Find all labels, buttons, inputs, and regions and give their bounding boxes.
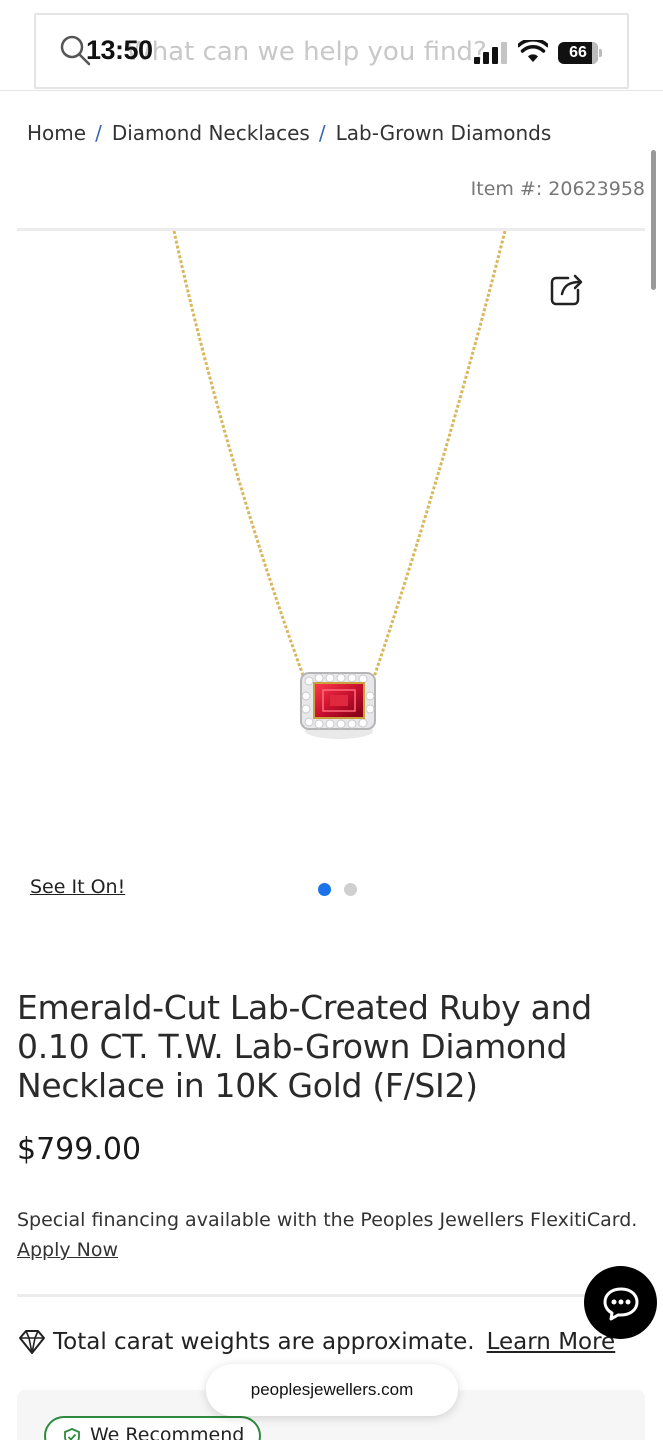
carat-note-text: Total carat weights are approximate. [53,1329,475,1355]
learn-more-link[interactable]: Learn More [487,1329,616,1355]
browser-url-pill[interactable]: peoplesjewellers.com [206,1364,458,1416]
battery-level: 66 [569,44,587,61]
diamond-icon [19,1330,45,1354]
chat-button[interactable] [584,1266,657,1339]
financing-info: Special financing available with the Peo… [17,1205,647,1265]
scrollbar[interactable] [651,150,656,290]
cellular-signal-icon [474,42,507,64]
product-price: $799.00 [17,1132,142,1167]
battery-indicator: 66 [558,42,602,64]
product-image[interactable] [17,231,645,851]
gallery-dot-1[interactable] [318,883,331,896]
search-placeholder: What can we help you find? [126,37,487,67]
item-number: Item #: 20623958 [470,178,645,200]
share-icon[interactable] [548,272,584,308]
breadcrumb-lab-grown-diamonds[interactable]: Lab-Grown Diamonds [336,121,552,145]
breadcrumb-separator: / [95,121,102,145]
wifi-icon [518,40,548,62]
we-recommend-badge: We Recommend [44,1416,261,1440]
status-time: 13:50 [86,35,153,65]
see-it-on-link[interactable]: See It On! [30,876,125,898]
breadcrumb-diamond-necklaces[interactable]: Diamond Necklaces [112,121,310,145]
shield-check-icon [64,1428,80,1440]
breadcrumb-home[interactable]: Home [27,121,86,145]
product-title: Emerald-Cut Lab-Created Ruby and 0.10 CT… [17,988,592,1105]
chat-icon [603,1287,638,1320]
section-divider [17,1294,645,1297]
we-recommend-label: We Recommend [90,1424,245,1440]
header-divider [0,90,663,91]
gallery-dot-2[interactable] [344,883,357,896]
carat-note: Total carat weights are approximate. Lea… [17,1328,615,1356]
apply-now-link[interactable]: Apply Now [17,1239,118,1261]
breadcrumb-separator: / [318,121,326,145]
financing-text: Special financing available with the Peo… [17,1209,638,1231]
breadcrumb: Home / Diamond Necklaces / Lab-Grown Diamond… [27,121,551,145]
